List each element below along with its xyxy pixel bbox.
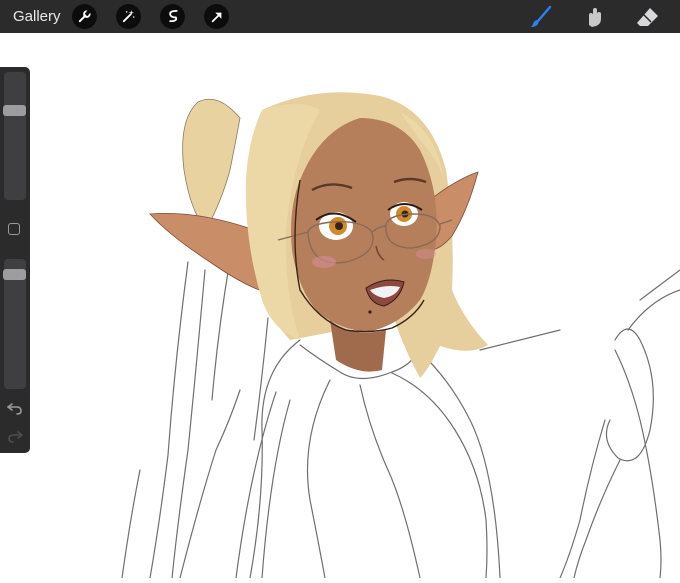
- hair-ponytail: [182, 98, 241, 231]
- transform-arrow-icon[interactable]: [204, 4, 229, 29]
- top-toolbar: Gallery: [0, 0, 680, 33]
- opacity-slider[interactable]: [3, 259, 26, 389]
- brush-sidebar: [0, 67, 30, 453]
- smudge-icon[interactable]: [582, 4, 608, 30]
- brush-size-thumb[interactable]: [3, 105, 26, 116]
- left-pupil: [335, 222, 343, 230]
- artwork: [121, 92, 680, 579]
- wrench-icon[interactable]: [72, 4, 97, 29]
- undo-icon[interactable]: [7, 401, 23, 415]
- redo-icon[interactable]: [7, 429, 23, 443]
- magic-wand-icon[interactable]: [116, 4, 141, 29]
- gallery-button[interactable]: Gallery: [13, 8, 61, 25]
- beauty-mark: [368, 310, 372, 314]
- brush-size-slider[interactable]: [3, 72, 26, 200]
- selection-icon[interactable]: [160, 4, 185, 29]
- brush-icon[interactable]: [528, 4, 554, 30]
- eraser-icon[interactable]: [635, 4, 661, 30]
- drawing-canvas[interactable]: [0, 33, 680, 579]
- opacity-thumb[interactable]: [3, 269, 26, 280]
- modify-button[interactable]: [8, 223, 20, 235]
